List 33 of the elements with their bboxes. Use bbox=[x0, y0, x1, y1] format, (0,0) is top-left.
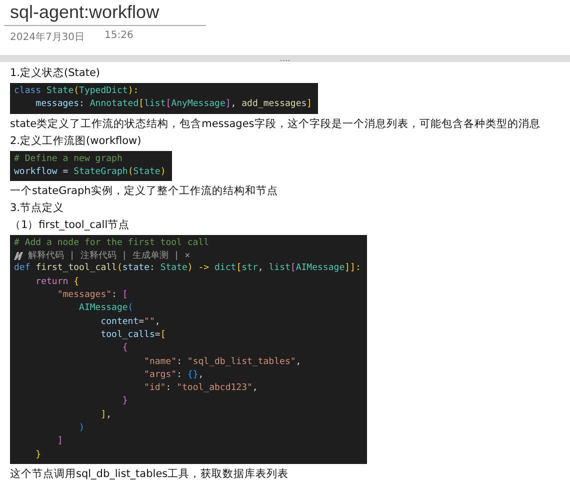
code-line: { bbox=[121, 342, 129, 356]
code-line: return { bbox=[34, 276, 80, 289]
code-line: "args": {}, bbox=[143, 368, 205, 382]
code-line: "id": "tool_abcd123", bbox=[143, 382, 259, 396]
paragraph: 3.节点定义 bbox=[10, 201, 64, 216]
resize-handle[interactable]: .... bbox=[0, 55, 570, 62]
code-line: content="", bbox=[100, 316, 162, 329]
code-line: AIMessage( bbox=[78, 302, 134, 316]
paragraph: 1.定义状态(State) bbox=[10, 66, 100, 80]
code-line: } bbox=[34, 448, 42, 462]
code-line: tool_calls=[ bbox=[100, 328, 167, 342]
code-line: ) bbox=[78, 422, 86, 436]
code-line: "messages": [ bbox=[56, 289, 129, 302]
paragraph: （1）first_tool_call节点 bbox=[10, 218, 130, 232]
code-line: # Define a new graph bbox=[14, 152, 124, 166]
code-line: "name": "sql_db_list_tables", bbox=[143, 356, 302, 369]
code-line: ] bbox=[56, 435, 64, 448]
code-line: class State(TypedDict): bbox=[14, 85, 140, 98]
paragraph: 2.定义工作流图(workflow) bbox=[10, 134, 142, 148]
code-line: workflow = StateGraph(State) bbox=[14, 166, 166, 179]
page-title: sql-agent:workflow bbox=[4, 2, 206, 26]
code-lens-actions[interactable]: 解释代码 | 注释代码 | 生成单测 | × bbox=[28, 250, 190, 262]
paragraph: 一个stateGraph实例，定义了整个工作流的结构和节点 bbox=[10, 184, 278, 198]
code-line: # Add a node for the first tool call bbox=[14, 237, 210, 250]
code-line: ], bbox=[100, 408, 113, 422]
code-line: def first_tool_call(state: State) -> dict[str, list[AIMessage]]: bbox=[14, 262, 361, 276]
paragraph: state类定义了工作流的状态结构，包含messages字段，这个字段是一个消息列表，可能包含各种类型的消息 bbox=[10, 116, 540, 131]
ai-logo-icon bbox=[14, 252, 25, 260]
code-line: } bbox=[121, 395, 129, 408]
code-line: messages: Annotated[list[AnyMessage], add_messages] bbox=[34, 98, 312, 112]
page-time: 15:26 bbox=[104, 30, 134, 43]
page-date: 2024年7月30日 bbox=[10, 31, 85, 44]
paragraph: 这个节点调用sql_db_list_tables工具，获取数据库表列表 bbox=[10, 466, 289, 481]
